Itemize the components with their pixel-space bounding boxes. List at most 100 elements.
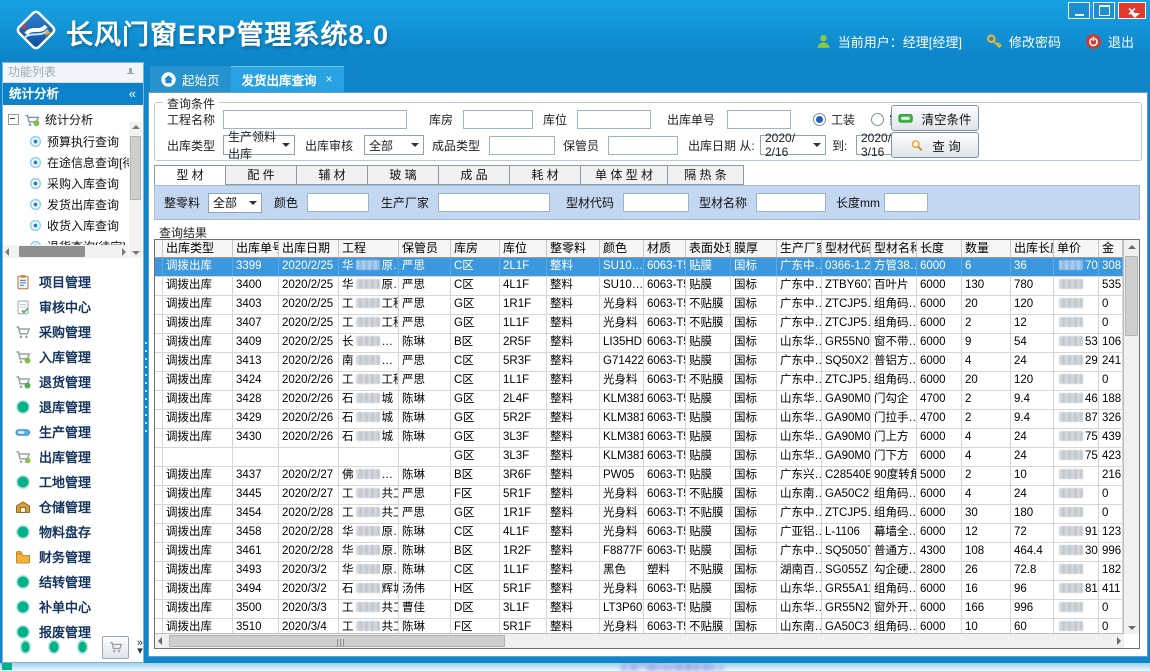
quick-circle-icon[interactable] [77, 640, 88, 654]
table-row[interactable]: 调拨出库34092020/2/25长…陈琳B区2R5F整料LI35HD6063-… [155, 334, 1123, 353]
menu-item[interactable]: 入库管理 [3, 344, 143, 369]
tree-item[interactable]: 预算执行查询 [3, 131, 143, 152]
manufacturer-input[interactable] [438, 193, 550, 212]
audit-select[interactable]: 全部 [364, 135, 424, 155]
maximize-button[interactable] [1093, 2, 1115, 19]
column-header[interactable]: 出库日期 [279, 240, 339, 257]
product-type-input[interactable] [489, 136, 555, 155]
table-row[interactable]: 调拨出库34582020/2/28华原…陈琳C区4L1F整料光身料6063-T5… [155, 524, 1123, 543]
table-row[interactable]: 调拨出库34372020/2/27佛…陈琳B区3R6F整料PW056063-T5… [155, 467, 1123, 486]
quick-circle-icon[interactable] [48, 640, 59, 654]
length-input[interactable] [884, 193, 928, 212]
logout-button[interactable]: 退出 [1085, 32, 1134, 51]
overflow-chevron-icon[interactable]: »▾ [137, 639, 143, 655]
column-header[interactable]: 膜厚 [731, 240, 777, 257]
tree-horizontal-scrollbar[interactable] [3, 245, 128, 258]
minimize-button[interactable] [1068, 2, 1090, 19]
order-no-input[interactable] [727, 110, 791, 129]
radio-gongzhuang[interactable]: 工装 [813, 111, 855, 128]
table-row[interactable]: 调拨出库34292020/2/26石城陈琳G区5R2F整料KLM38176063… [155, 410, 1123, 429]
tree-item[interactable]: 收货入库查询 [3, 215, 143, 236]
menu-item[interactable]: 物料盘存 [3, 519, 143, 544]
table-row[interactable]: 调拨出库34932020/3/2华原…陈琳C区1L1F整料黑色塑料不贴膜国标湖南… [155, 562, 1123, 581]
menu-item[interactable]: 采购管理 [3, 319, 143, 344]
color-input[interactable] [307, 193, 369, 212]
column-header[interactable]: 材质 [644, 240, 686, 257]
tree-vertical-scrollbar[interactable] [129, 122, 142, 258]
tab-active-page[interactable]: 发货出库查询× [231, 66, 344, 92]
column-header[interactable]: 表面处理 [686, 240, 731, 257]
material-tab[interactable]: 配 件 [225, 165, 296, 185]
tree-item[interactable]: 在途信息查询[待 [3, 152, 143, 173]
column-header[interactable]: 型材代码 [822, 240, 871, 257]
quick-cart-button[interactable] [102, 636, 129, 659]
tree-item[interactable]: 发货出库查询 [3, 194, 143, 215]
column-header[interactable]: 出库单号 [233, 240, 279, 257]
menu-item[interactable]: 仓储管理 [3, 494, 143, 519]
material-tab[interactable]: 成 品 [438, 165, 509, 185]
material-tab[interactable]: 辅 材 [296, 165, 367, 185]
table-row[interactable]: 调拨出库34002020/2/25华原…严思C区4L1F整料SU10…6063-… [155, 277, 1123, 296]
table-row[interactable]: 调拨出库34032020/2/25工工程严思G区1R1F整料光身料6063-T5… [155, 296, 1123, 315]
menu-item[interactable]: 项目管理 [3, 269, 143, 294]
table-row[interactable]: 调拨出库35002020/3/3工共工程曹佳D区3L1F整料LT3P606063… [155, 600, 1123, 619]
menu-item[interactable]: 结转管理 [3, 569, 143, 594]
search-button[interactable]: 查 询 [891, 132, 979, 158]
project-name-input[interactable] [223, 110, 407, 129]
menu-item[interactable]: 审核中心 [3, 294, 143, 319]
table-row[interactable]: 调拨出库34242020/2/26工工程严思C区1L1F整料光身料6063-T5… [155, 372, 1123, 391]
material-tab[interactable]: 玻 璃 [367, 165, 438, 185]
profile-code-input[interactable] [623, 193, 689, 212]
menu-item[interactable]: 退库管理 [3, 394, 143, 419]
material-tab[interactable]: 单 体 型 材 [580, 165, 667, 185]
column-header[interactable]: 工程 [339, 240, 399, 257]
menu-item[interactable]: 工地管理 [3, 469, 143, 494]
column-header[interactable]: 保管员 [399, 240, 451, 257]
date-from-picker[interactable]: 2020/ 2/16 [760, 135, 826, 155]
menu-item[interactable]: 财务管理 [3, 544, 143, 569]
column-header[interactable]: 出库长度 [1011, 240, 1054, 257]
quick-circle-icon[interactable] [20, 640, 31, 654]
pin-icon[interactable] [126, 68, 135, 77]
material-tab[interactable]: 耗 材 [509, 165, 580, 185]
column-header[interactable]: 单价 [1054, 240, 1099, 257]
table-row[interactable]: 调拨出库34612020/2/28华原…陈琳B区1R2F整料F8877FT606… [155, 543, 1123, 562]
column-header[interactable]: 数量 [962, 240, 1011, 257]
column-header[interactable]: 颜色 [600, 240, 644, 257]
material-tab[interactable]: 型 材 [154, 165, 225, 186]
column-header[interactable]: 型材名称 [871, 240, 917, 257]
table-row[interactable]: 调拨出库34282020/2/26石城陈琳G区2L4F整料KLM38176063… [155, 391, 1123, 410]
change-password-button[interactable]: 修改密码 [986, 32, 1061, 51]
column-header[interactable]: 出库类型 [163, 240, 233, 257]
menu-item[interactable]: 生产管理 [3, 419, 143, 444]
keeper-input[interactable] [608, 136, 678, 155]
tab-close-icon[interactable]: × [326, 72, 333, 86]
stats-section-header[interactable]: 统计分析 « [3, 83, 143, 105]
grid-horizontal-scrollbar[interactable] [155, 633, 1124, 648]
tree-item[interactable]: 采购入库查询 [3, 173, 143, 194]
table-row[interactable]: G区3L3F整料KLM38176063-T5贴膜国标山东华…GA90M09.门下… [155, 448, 1123, 467]
menu-item[interactable]: 出库管理 [3, 444, 143, 469]
table-row[interactable]: 调拨出库34542020/2/28工共工程严思G区1R1F整料光身料6063-T… [155, 505, 1123, 524]
column-header[interactable]: 库房 [451, 240, 500, 257]
column-header[interactable]: 金 [1099, 240, 1123, 257]
grid-vertical-scrollbar[interactable] [1123, 240, 1139, 634]
profile-name-input[interactable] [756, 193, 826, 212]
location-input[interactable] [577, 110, 651, 129]
column-header[interactable]: 生产厂家 [777, 240, 822, 257]
clear-conditions-button[interactable]: 清空条件 [891, 105, 979, 131]
out-type-select[interactable]: 生产领料出库 [223, 135, 295, 155]
table-row[interactable]: 调拨出库34452020/2/27工共工程严思F区5R1F整料光身料6063-T… [155, 486, 1123, 505]
table-row[interactable]: 调拨出库34072020/2/25工工程严思G区1L1F整料光身料6063-T5… [155, 315, 1123, 334]
menu-item[interactable]: 退货管理 [3, 369, 143, 394]
whole-part-select[interactable]: 全部 [208, 193, 262, 213]
menu-item[interactable]: 补单中心 [3, 594, 143, 619]
table-row[interactable]: 调拨出库33992020/2/25华原…严思C区2L1F整料SU10…6063-… [155, 258, 1123, 277]
material-tab[interactable]: 隔 热 条 [667, 165, 744, 185]
table-row[interactable]: 调拨出库34132020/2/26南…严思C区5R3F整料G714226063-… [155, 353, 1123, 372]
tab-list-dropdown-icon[interactable] [1130, 13, 1140, 23]
tab-home[interactable]: 起始页 [150, 66, 231, 92]
column-header[interactable]: 库位 [500, 240, 547, 257]
warehouse-input[interactable] [463, 110, 533, 129]
column-header[interactable]: 整零料 [547, 240, 600, 257]
